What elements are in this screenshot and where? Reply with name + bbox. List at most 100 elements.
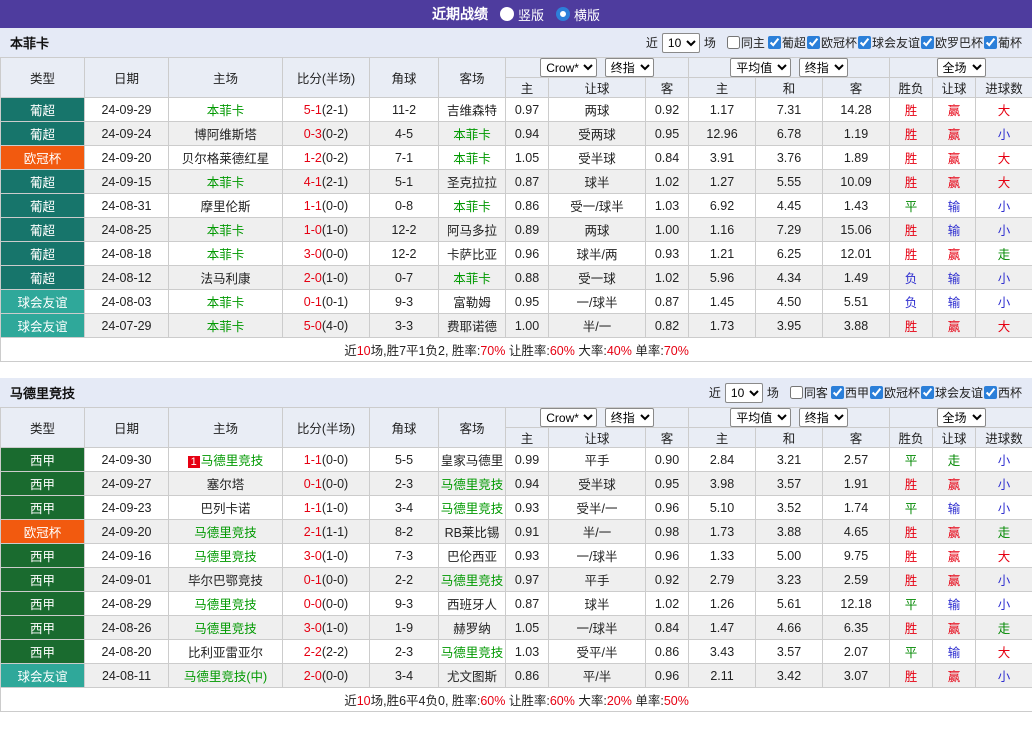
layout-radio-vertical[interactable]: 竖版 [499,5,544,24]
same-venue-checkbox[interactable] [789,386,803,399]
fulltime-score: 0-1 [303,294,322,309]
layout-radio-horizontal[interactable]: 横版 [556,5,600,24]
result-goals: 小 [975,471,1032,496]
match-score: 5-1(2-1) [282,97,370,122]
league-checkbox[interactable] [857,35,871,49]
league-filter[interactable]: 欧冠杯 [806,34,857,51]
result-handicap: 赢 [932,567,977,592]
average-select[interactable]: 平均值 [730,58,792,77]
handicap-away-odds: 1.02 [644,591,690,616]
home-team: 法马利康 [168,265,283,290]
handicap-home-odds: 0.94 [505,471,549,496]
subcol-goals: 进球数 [975,77,1032,98]
final-index-select[interactable]: 终指 [604,408,654,427]
average-select[interactable]: 平均值 [730,408,792,427]
handicap-line: 一/球半 [548,543,646,568]
match-row: 西甲 24-09-30 1 马德里竞技 1-1(0-0) 5-5 皇家马德里 0.99 平手 0.… [0,447,1032,472]
same-venue-filter[interactable]: 同客 [789,384,828,401]
league-checkbox[interactable] [983,35,997,49]
final-index-select-2[interactable]: 终指 [798,408,848,427]
scope-group: 全场 [889,57,1032,78]
radio-icon[interactable] [499,7,514,21]
handicap-away-odds: 0.84 [644,145,690,170]
league-filter[interactable]: 欧冠杯 [869,384,920,401]
avg-home-odds: 1.73 [688,519,757,544]
home-team-name: 马德里竞技 [194,526,257,540]
avg-away-odds: 2.59 [822,567,891,592]
corner-score: 3-4 [369,663,439,688]
corner-score: 12-2 [369,217,439,242]
match-date: 24-09-30 [84,447,169,472]
league-filter[interactable]: 球会友谊 [857,34,920,51]
league-checkbox[interactable] [869,385,883,399]
home-team-name: 比利亚雷亚尔 [187,646,263,660]
scope-select[interactable]: 全场 [936,408,986,427]
final-index-select-2[interactable]: 终指 [798,58,848,77]
col-home: 主场 [168,407,283,448]
fulltime-score: 4-1 [303,174,322,189]
match-row: 葡超 24-09-15 本菲卡 4-1(2-1) 5-1 圣克拉拉 0.87 球半 1.02 1.… [0,169,1032,194]
league-filter[interactable]: 西杯 [983,384,1022,401]
handicap-away-odds: 0.92 [644,97,690,122]
avg-home-odds: 1.73 [688,313,757,338]
result-outcome: 胜 [889,217,934,242]
league-checkbox[interactable] [920,35,934,49]
league-checkbox[interactable] [830,385,844,399]
games-count-select[interactable]: 10 [661,32,700,53]
team-name: 马德里竞技 [10,386,76,401]
match-score: 2-2(2-2) [282,639,370,664]
games-count-select[interactable]: 10 [724,382,763,403]
handicap-home-odds: 0.86 [505,193,549,218]
league-filter[interactable]: 欧罗巴杯 [920,34,983,51]
match-date: 24-09-29 [84,97,169,122]
avg-home-odds: 1.45 [688,289,757,314]
league-checkbox[interactable] [983,385,997,399]
league-checkbox[interactable] [806,35,820,49]
home-team-name: 本菲卡 [206,176,245,190]
summary-segment: 60% [480,694,506,708]
match-row: 葡超 24-09-29 本菲卡 5-1(2-1) 11-2 吉维森特 0.97 两球 0.92 1… [0,97,1032,122]
odds-source-select[interactable]: Crow* [540,408,598,427]
match-score: 2-1(1-1) [282,519,370,544]
summary-segment: 大率: [574,344,607,358]
halftime-score: (1-0) [321,620,349,635]
league-filter[interactable]: 葡超 [767,34,806,51]
summary-line: 近10场,胜7平1负2, 胜率:70% 让胜率:60% 大率:40% 单率:70… [344,344,689,358]
league-badge: 西甲 [0,447,85,472]
same-venue-checkbox[interactable] [726,36,740,49]
handicap-line: 球半 [548,169,646,194]
radio-selected-icon[interactable] [556,7,570,21]
handicap-away-odds: 0.95 [644,471,690,496]
halftime-score: (2-1) [321,174,349,189]
same-venue-filter[interactable]: 同主 [726,34,765,51]
home-team: 本菲卡 [168,241,283,266]
scope-select[interactable]: 全场 [936,58,986,77]
result-goals: 大 [975,169,1032,194]
result-goals: 大 [975,543,1032,568]
col-away: 客场 [438,57,506,98]
handicap-away-odds: 1.03 [644,193,690,218]
home-team: 摩里伦斯 [168,193,283,218]
corner-score: 7-1 [369,145,439,170]
league-filter[interactable]: 球会友谊 [920,384,983,401]
avg-home-odds: 5.10 [688,495,757,520]
league-checkbox[interactable] [920,385,934,399]
result-goals: 小 [975,121,1032,146]
subcol-avg-home: 主 [688,427,757,448]
odds-source-select[interactable]: Crow* [540,58,598,77]
col-score: 比分(半场) [282,57,370,98]
league-filter[interactable]: 葡杯 [983,34,1022,51]
home-team-name: 本菲卡 [206,248,245,262]
avg-draw-odds: 3.23 [755,567,824,592]
league-filter[interactable]: 西甲 [830,384,869,401]
avg-away-odds: 1.19 [822,121,891,146]
league-filter-label: 葡超 [781,35,806,50]
fulltime-score: 0-0 [303,596,322,611]
away-team-name: 本菲卡 [453,272,491,286]
league-checkbox[interactable] [767,35,781,49]
away-team: 吉维森特 [438,97,506,122]
col-date: 日期 [84,57,169,98]
final-index-select[interactable]: 终指 [604,58,654,77]
halftime-score: (0-0) [321,198,349,213]
away-team: 马德里竞技 [438,495,506,520]
